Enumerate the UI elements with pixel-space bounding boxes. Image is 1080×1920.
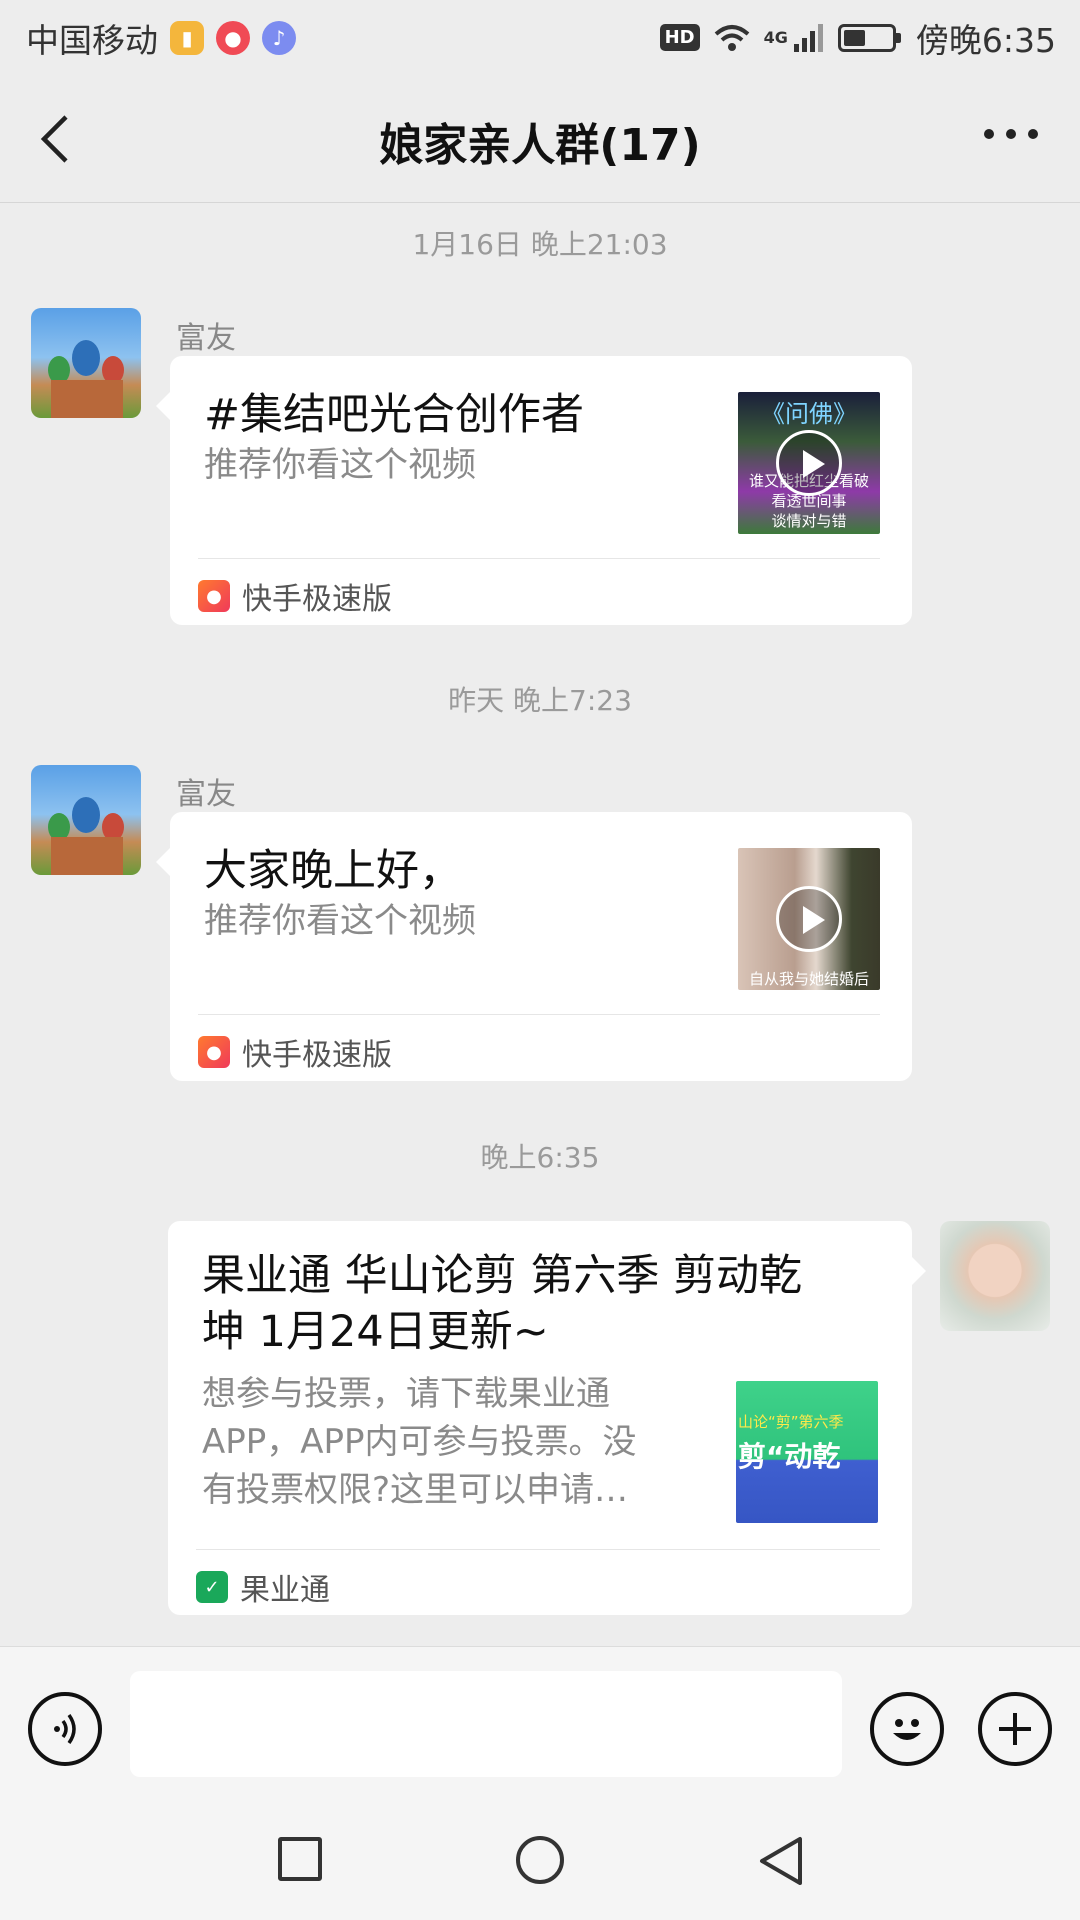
avatar[interactable]: [940, 1221, 1050, 1331]
card-subtitle: 推荐你看这个视频: [204, 445, 476, 485]
card-description-line: APP，APP内可参与投票。没: [202, 1422, 637, 1462]
source-label: 快手极速版: [242, 582, 392, 617]
voice-icon[interactable]: [28, 1692, 102, 1766]
play-icon: [776, 430, 842, 496]
video-thumbnail[interactable]: 自从我与她结婚后: [738, 848, 880, 990]
signal-icon: [793, 23, 823, 52]
sender-name: 富友: [176, 777, 236, 812]
shared-video-card[interactable]: #集结吧光合创作者 推荐你看这个视频 《问佛》 谁又能把红尘看破 看透世间事 谈…: [156, 356, 912, 625]
video-thumbnail[interactable]: 《问佛》 谁又能把红尘看破 看透世间事 谈情对与错: [738, 392, 880, 534]
card-description-line: 想参与投票，请下载果业通: [202, 1374, 610, 1414]
play-icon: [776, 886, 842, 952]
message-timestamp: 昨天 晚上7:23: [448, 684, 632, 717]
carrier-label: 中国移动: [26, 20, 158, 60]
message-input[interactable]: [130, 1671, 842, 1777]
card-source: ✓ 果业通: [196, 1565, 330, 1609]
card-title: 大家晚上好，: [204, 846, 462, 896]
kuaishou-icon: ●: [198, 1036, 230, 1068]
wifi-icon: [714, 24, 749, 51]
hd-icon: HD: [659, 24, 700, 51]
message-input-bar: [0, 1646, 1080, 1782]
card-divider: [198, 558, 880, 559]
clock: 傍晚6:35: [915, 20, 1056, 60]
card-source: ● 快手极速版: [198, 1030, 392, 1074]
status-bar: 中国移动 ▮ ● ♪ HD 4G 傍晚6:35: [0, 0, 1080, 75]
message-timestamp: 1月16日 晚上21:03: [412, 228, 668, 261]
kuaishou-icon: ●: [198, 580, 230, 612]
kuaishou-notification-icon: ●: [216, 20, 250, 55]
more-dots-icon[interactable]: [984, 129, 1038, 139]
card-title-line: 果业通 华山论剪 第六季 剪动乾: [202, 1251, 803, 1301]
source-label: 果业通: [240, 1573, 330, 1608]
battery-icon: [837, 23, 901, 52]
system-navigation-bar: [0, 1782, 1080, 1920]
source-label: 快手极速版: [242, 1038, 392, 1073]
avatar[interactable]: [31, 308, 141, 418]
music-notification-icon: ♪: [262, 20, 296, 55]
card-description-line: 有投票权限?这里可以申请…: [202, 1470, 629, 1510]
notification-app-icon: ▮: [170, 20, 204, 55]
home-icon[interactable]: [516, 1836, 564, 1884]
guoyetong-icon: ✓: [196, 1571, 228, 1603]
card-source: ● 快手极速版: [198, 574, 392, 618]
recent-apps-icon[interactable]: [278, 1837, 322, 1881]
card-divider: [198, 1014, 880, 1015]
card-title-line: 坤 1月24日更新~: [202, 1307, 549, 1357]
shared-video-card[interactable]: 大家晚上好， 推荐你看这个视频 自从我与她结婚后 ● 快手极速版: [156, 812, 912, 1081]
chat-header: 娘家亲人群(17): [0, 75, 1080, 203]
card-divider: [196, 1549, 880, 1550]
network-type: 4G: [763, 27, 788, 47]
chat-title: 娘家亲人群(17): [379, 120, 701, 171]
link-thumbnail[interactable]: 山论“剪”第六季 剪“动乾: [736, 1381, 878, 1523]
shared-link-card[interactable]: 果业通 华山论剪 第六季 剪动乾 坤 1月24日更新~ 想参与投票，请下载果业通…: [168, 1221, 926, 1615]
system-back-icon[interactable]: [758, 1836, 806, 1886]
card-subtitle: 推荐你看这个视频: [204, 901, 476, 941]
plus-icon[interactable]: [978, 1692, 1052, 1766]
card-title: #集结吧光合创作者: [204, 390, 585, 440]
emoji-icon[interactable]: [870, 1692, 944, 1766]
sender-name: 富友: [176, 321, 236, 356]
message-timestamp: 晚上6:35: [480, 1141, 600, 1174]
avatar[interactable]: [31, 765, 141, 875]
